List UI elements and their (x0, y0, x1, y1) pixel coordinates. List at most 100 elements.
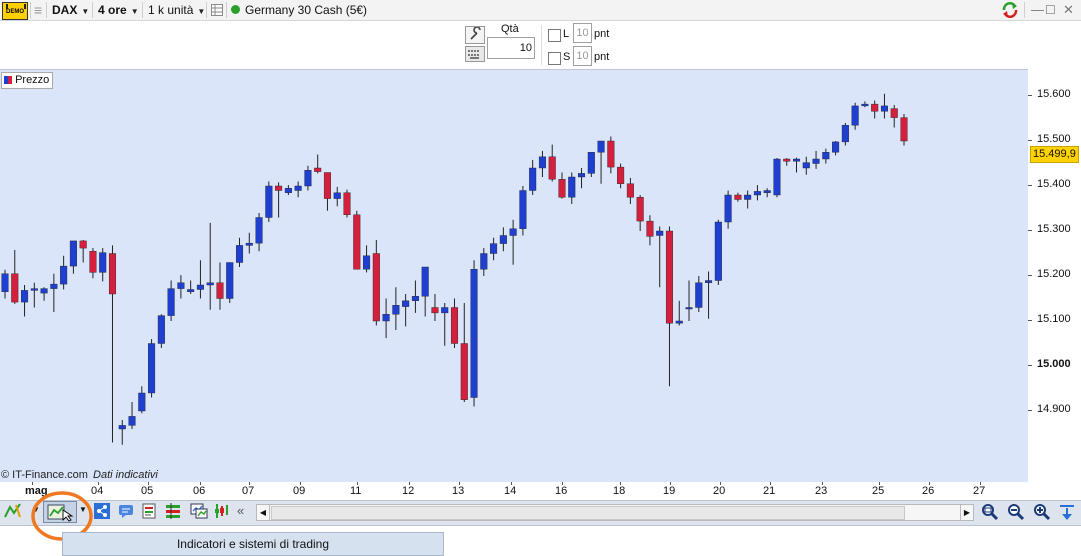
demo-icon[interactable]: DEMO (2, 2, 28, 20)
top-toolbar: DEMO ≡ DAX ▼ 4 ore ▼ 1 k unità ▼ Germany 30… (0, 0, 1081, 21)
scroll-right-icon[interactable]: ▶ (960, 505, 973, 520)
zoom-out-icon[interactable] (1006, 503, 1025, 521)
time-tick-mark (562, 482, 563, 485)
candle-body (431, 307, 439, 314)
candle-body (783, 158, 791, 162)
time-tick-label: 11 (350, 485, 362, 497)
candle (235, 237, 244, 267)
candle (118, 420, 126, 445)
chart-horizontal-scrollbar[interactable]: ◀ ▶ (256, 504, 974, 521)
scroll-left-icon[interactable]: ◀ (257, 505, 270, 520)
candle-body (578, 173, 586, 178)
candle (861, 101, 869, 108)
candle (744, 190, 752, 209)
candle-body (890, 108, 898, 118)
instrument-search-icon[interactable]: ≡ (34, 0, 42, 20)
separator (142, 2, 143, 18)
stop-points-input[interactable]: 10 (573, 46, 592, 66)
units-dropdown[interactable]: 1 k unità ▼ (148, 0, 205, 20)
separator (92, 2, 93, 18)
limit-checkbox[interactable] (548, 29, 561, 42)
candle (226, 262, 234, 303)
limit-points-input[interactable]: 10 (573, 23, 592, 43)
keyboard-icon[interactable] (465, 46, 485, 62)
settings-grid-icon[interactable] (211, 0, 223, 20)
series-label[interactable]: Prezzo (1, 72, 54, 89)
time-tick-mark (980, 482, 981, 485)
candle (216, 262, 224, 310)
candle (441, 303, 449, 346)
series-color-icon (4, 76, 12, 84)
candle (177, 275, 185, 299)
collapse-toolbar-icon[interactable]: « (237, 503, 244, 518)
screener-icon[interactable] (190, 503, 208, 519)
price-tick-label: 14.900 (1037, 403, 1071, 415)
backtest-icon[interactable] (214, 503, 230, 519)
minimize-icon[interactable]: — (1031, 0, 1044, 20)
time-tick-mark (249, 482, 250, 485)
scroll-to-end-icon[interactable] (1058, 503, 1074, 520)
candle-body (705, 280, 713, 283)
zoom-fit-icon[interactable] (980, 503, 999, 521)
candle (196, 260, 204, 299)
candle-body (871, 103, 879, 112)
candle (50, 273, 58, 312)
candle (353, 210, 361, 270)
candle (265, 181, 273, 222)
instrument-label: DAX (52, 3, 78, 17)
price-tick-label: 15.400 (1037, 178, 1071, 190)
chevron-down-icon: ▼ (81, 7, 90, 16)
time-tick-label: 26 (922, 485, 935, 497)
close-icon[interactable]: ✕ (1063, 0, 1074, 20)
candle (734, 192, 742, 202)
candle-body (226, 262, 234, 299)
candle (79, 240, 87, 263)
price-chart[interactable]: Prezzo © IT-Finance.com Dati indicativi (0, 69, 1028, 484)
candle (538, 150, 546, 177)
candle (460, 303, 468, 402)
candle (343, 189, 351, 218)
candle (284, 185, 292, 195)
qty-input[interactable]: 10 (487, 37, 535, 59)
instrument-dropdown[interactable]: DAX ▼ (52, 0, 89, 20)
price-tick-label: 15.500 (1037, 133, 1071, 145)
maximize-icon[interactable]: ☐ (1045, 0, 1056, 20)
candle (675, 300, 683, 326)
comment-icon[interactable] (118, 503, 134, 519)
candle-body (265, 185, 273, 218)
drawing-tools-icon[interactable] (4, 503, 21, 519)
candle (372, 240, 380, 326)
zoom-in-icon[interactable] (1032, 503, 1051, 521)
candle-body (323, 172, 331, 199)
price-tick-mark (1028, 95, 1032, 96)
candle (421, 266, 429, 317)
time-tick-mark (511, 482, 512, 485)
candle (783, 158, 791, 166)
wrench-icon[interactable] (465, 26, 485, 44)
report-icon[interactable] (141, 503, 157, 519)
timeframe-dropdown[interactable]: 4 ore ▼ (98, 0, 139, 20)
time-tick-mark (32, 482, 33, 485)
separator (226, 2, 227, 18)
price-tick-mark (1028, 365, 1032, 366)
candle (646, 215, 654, 246)
stop-checkbox[interactable] (548, 52, 561, 65)
candle-body (333, 192, 341, 199)
candle-body (138, 392, 146, 412)
candle (597, 140, 605, 184)
time-tick-label: 09 (293, 485, 306, 497)
candle (499, 227, 507, 252)
candle (890, 105, 898, 128)
price-tick-mark (1028, 410, 1032, 411)
scrollbar-thumb[interactable] (271, 506, 905, 520)
time-tick-mark (720, 482, 721, 485)
candle-body (128, 416, 136, 426)
sync-icon[interactable] (1001, 0, 1019, 20)
time-tick-mark (929, 482, 930, 485)
candle-body (187, 289, 195, 292)
candle (685, 280, 693, 321)
candle (529, 159, 537, 195)
trading-list-icon[interactable] (165, 503, 181, 519)
candle (763, 188, 771, 198)
candle (695, 276, 703, 312)
